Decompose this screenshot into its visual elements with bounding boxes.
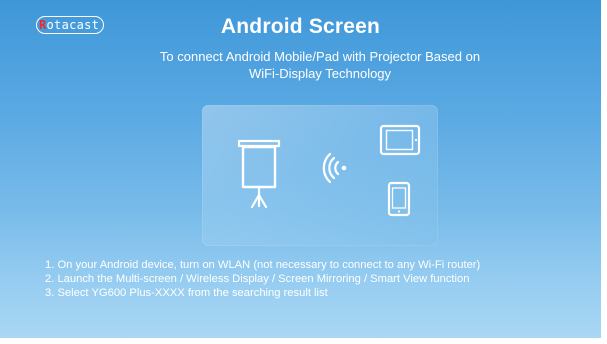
tablet-icon [379, 124, 421, 156]
instruction-list: 1. On your Android device, turn on WLAN … [45, 258, 601, 300]
instruction-step-1: 1. On your Android device, turn on WLAN … [45, 259, 481, 271]
android-screen-guide: Rotacast Android Screen To connect Andro… [0, 0, 601, 338]
illustration-graphic [237, 124, 421, 217]
connection-illustration [202, 105, 438, 246]
subtitle-line-2: WiFi-Display Technology [248, 66, 392, 81]
phone-icon [387, 181, 411, 217]
instruction-step-3: 3. Select YG600 Plus-XXXX from the searc… [45, 287, 328, 299]
instruction-step-2: 2. Launch the Multi-screen / Wireless Di… [45, 273, 470, 285]
wifi-signal-icon [322, 152, 347, 184]
subtitle-line-1: To connect Android Mobile/Pad with Proje… [159, 49, 481, 64]
page-title: Android Screen [220, 15, 381, 38]
projector-screen-icon [237, 139, 281, 209]
page-subtitle: To connect Android Mobile/Pad with Proje… [100, 48, 540, 82]
